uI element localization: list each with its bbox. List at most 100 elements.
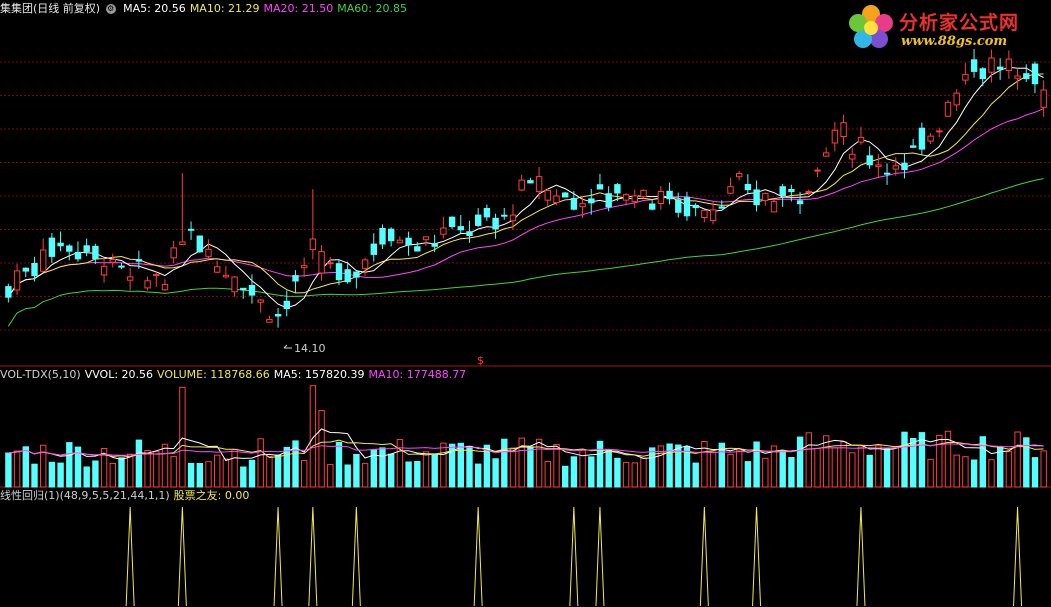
dollar-marker: $	[477, 354, 484, 367]
candle-body	[709, 209, 717, 222]
candle-body	[231, 276, 238, 293]
candle-body	[927, 135, 934, 142]
volume-label-2: VOLUME: 118768.66	[157, 368, 270, 381]
candle-body	[222, 274, 230, 278]
candle-body	[257, 299, 264, 303]
candle-body	[527, 180, 534, 184]
candle-body	[944, 101, 952, 117]
volume-label-3: MA5: 157820.39	[273, 368, 365, 381]
volume-bar	[796, 436, 804, 488]
candle-body	[840, 122, 847, 137]
volume-bar	[405, 461, 412, 488]
indicator-spike	[752, 506, 762, 607]
volume-bar	[144, 450, 151, 488]
volume-bar	[901, 431, 908, 488]
candle-body	[144, 280, 151, 289]
volume-bar	[544, 461, 551, 488]
volume-bar	[744, 461, 752, 488]
candle-body	[501, 214, 508, 217]
volume-bar	[709, 451, 717, 488]
volume-bar	[179, 386, 186, 488]
candle-body	[823, 152, 830, 157]
volume-label-1: VVOL: 20.56	[84, 368, 154, 381]
volume-bar	[475, 463, 482, 488]
indicator-label-1: 股票之友: 0.00	[173, 489, 250, 502]
volume-header: VOL-TDX(5,10) VVOL: 20.56 VOLUME: 118768.6…	[0, 367, 474, 383]
candle-body	[109, 259, 116, 263]
volume-bar	[788, 457, 795, 488]
candle-body	[1014, 75, 1021, 79]
volume-bar	[527, 446, 534, 488]
candle-body	[997, 66, 1004, 70]
volume-bar	[414, 461, 421, 488]
candle-body	[953, 92, 960, 106]
candle-body	[170, 247, 177, 259]
volume-bar	[866, 454, 873, 488]
candle-body	[770, 201, 778, 213]
candle-body	[979, 68, 986, 80]
volume-bar	[840, 441, 847, 488]
candle-body	[13, 270, 21, 291]
volume-bar	[953, 454, 960, 488]
candle-body	[31, 263, 38, 277]
volume-bar	[127, 453, 134, 488]
volume-bar	[692, 462, 699, 488]
candle-body	[553, 195, 560, 204]
volume-bar	[553, 444, 560, 488]
candle-body	[788, 189, 795, 193]
ma60-path	[7, 178, 1044, 327]
volume-bar	[727, 454, 734, 488]
candle-body	[1040, 89, 1047, 108]
volume-bar	[231, 448, 238, 488]
candle-body	[918, 127, 926, 150]
volume-bar	[640, 457, 647, 488]
volume-bar	[13, 450, 21, 488]
candle-body	[388, 228, 395, 242]
volume-bar	[266, 455, 273, 488]
candle-body	[744, 184, 752, 191]
volume-bar	[66, 442, 73, 488]
candle-body	[40, 249, 47, 272]
volume-bar	[875, 445, 882, 488]
volume-bar	[857, 446, 865, 488]
volume-bar	[327, 464, 334, 488]
candle-body	[1005, 58, 1013, 71]
candle-body	[274, 314, 282, 317]
volume-bar	[466, 445, 473, 488]
candle-body	[301, 265, 308, 269]
candle-body	[936, 130, 943, 133]
candle-body	[509, 214, 517, 222]
candle-body	[866, 155, 873, 166]
volume-bar	[936, 435, 943, 488]
candle-body	[248, 285, 256, 296]
candle-body	[266, 318, 273, 323]
candle-body	[422, 236, 430, 241]
candle-body	[214, 266, 221, 273]
ma20-line	[7, 108, 1044, 298]
volume-bar	[274, 454, 282, 488]
candle-body	[727, 186, 734, 194]
candle-body	[596, 184, 604, 190]
candle-body	[127, 276, 134, 281]
candle-body	[518, 179, 525, 191]
volume-bar	[344, 464, 351, 488]
volume-bar	[614, 457, 621, 488]
volume-bar	[1014, 431, 1021, 488]
indicator-legend: 线性回归(1)(48,9,5,5,21,44,1,1) 股票之友: 0.00	[0, 489, 253, 502]
candle-body	[475, 214, 482, 226]
volume-bar	[605, 449, 612, 488]
candle-body	[344, 269, 351, 283]
indicator-spike	[699, 506, 709, 607]
volume-bar	[1005, 451, 1013, 488]
volume-bar	[187, 462, 195, 488]
volume-bar	[31, 463, 38, 488]
volume-bar	[388, 453, 395, 488]
candle-body	[196, 235, 204, 253]
candle-body	[849, 153, 856, 160]
candle-body	[283, 300, 291, 309]
candle-body	[92, 245, 99, 260]
volume-bar	[353, 454, 360, 488]
candle-body	[466, 231, 473, 236]
indicator-spike	[595, 506, 605, 607]
volume-bar	[379, 447, 386, 488]
